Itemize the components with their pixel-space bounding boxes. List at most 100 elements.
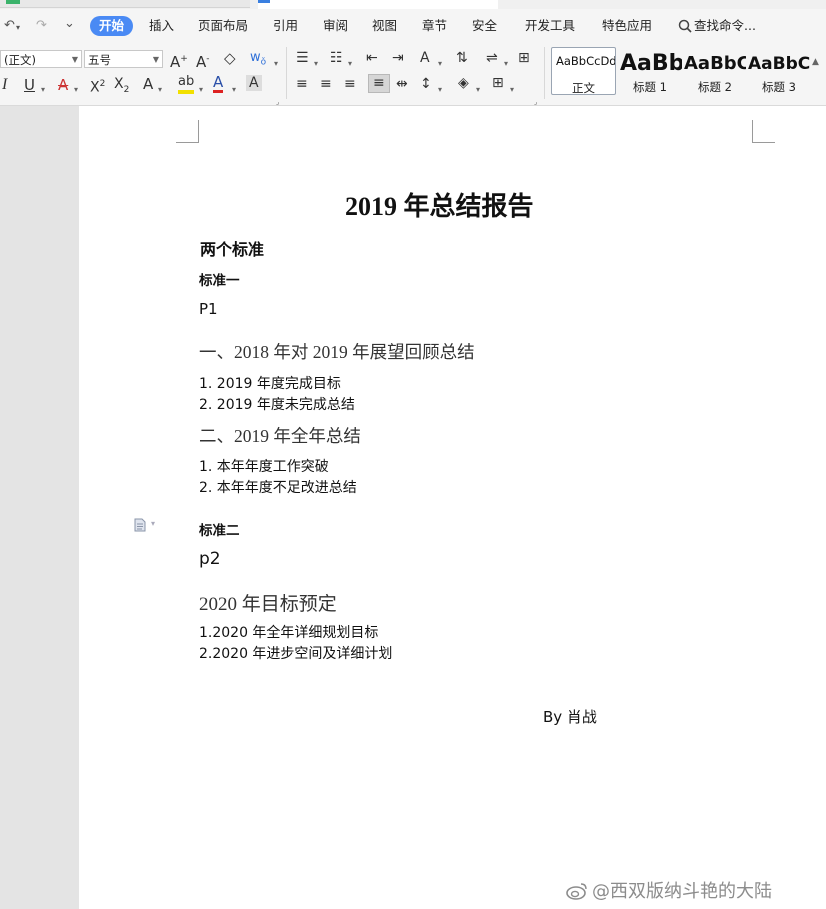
chevron-down-icon[interactable]: ▾ [438,81,442,99]
tab-home[interactable]: 开始 [90,16,134,36]
document-tab-active[interactable] [258,0,498,9]
chevron-down-icon[interactable]: ▾ [438,55,442,73]
line-break-icon[interactable]: ⇌ [486,49,498,67]
table-tools-icon[interactable]: ⊞ [518,49,530,67]
style-sample: AaBb [620,51,682,76]
style-heading-1[interactable]: AaBb 标题 1 [618,47,682,95]
tab-review[interactable]: 审阅 [323,17,348,35]
chevron-down-icon[interactable]: ▾ [504,55,508,73]
tab-page-layout[interactable]: 页面布局 [198,17,248,35]
chevron-down-icon[interactable]: ▾ [199,81,203,99]
list-item: 1. 本年年度工作突破 [199,459,329,475]
chevron-down-icon[interactable]: ▾ [314,55,318,73]
phonetic-guide-icon[interactable]: wǒ [250,49,266,72]
highlight-icon[interactable]: ab [178,74,195,94]
strikethrough-icon[interactable]: A [58,76,68,94]
shading-fill-icon[interactable]: ◈ [458,74,469,92]
chevron-down-icon[interactable]: ▾ [274,55,278,73]
borders-icon[interactable]: ⊞ [492,74,504,92]
style-sample: AaBbCc [748,54,810,74]
chevron-down-icon: ▼ [71,55,78,64]
document-page[interactable] [79,106,826,909]
list-item: 2.2020 年进步空间及详细计划 [199,646,393,662]
grow-font-icon[interactable]: A+ [170,50,188,71]
chevron-down-icon[interactable]: ▾ [41,81,45,99]
text-direction-icon[interactable]: A [420,49,430,67]
text-effect-icon[interactable]: A [143,75,153,93]
bullets-icon[interactable]: ☰ [296,49,309,67]
style-heading-3[interactable]: AaBbCc 标题 3 [748,47,810,95]
standard-one-label: 标准一 [199,273,240,288]
document-gutter [0,106,79,909]
document-tab-inactive[interactable] [0,0,250,8]
divider [544,47,545,99]
style-heading-2[interactable]: AaBbC 标题 2 [684,47,746,95]
tab-special-apps[interactable]: 特色应用 [602,17,652,35]
chevron-down-icon[interactable]: ▾ [510,81,514,99]
font-size-select[interactable]: 五号 ▼ [84,50,163,68]
heading-annual-summary: 二、2019 年全年总结 [199,426,361,446]
tab-insert[interactable]: 插入 [149,17,174,35]
redo-icon[interactable]: ↷ [36,18,47,33]
tab-view[interactable]: 视图 [372,17,397,35]
chevron-down-icon[interactable]: ▾ [74,81,78,99]
tab-security[interactable]: 安全 [472,17,497,35]
search-command[interactable]: 查找命令... [694,17,756,35]
align-center-icon[interactable]: ≡ [320,75,332,93]
line-spacing-icon[interactable]: ↕ [420,75,432,93]
chevron-down-icon[interactable]: ▾ [348,55,352,73]
tab-chapter[interactable]: 章节 [422,17,447,35]
clear-format-icon[interactable]: ◇ [224,49,236,67]
watermark: @西双版纳斗艳的大陆 [566,877,772,903]
justify-icon[interactable]: ≡ [368,74,390,93]
font-name-select[interactable]: (正文) ▼ [0,50,82,68]
style-sample: AaBbC [684,53,746,74]
style-gallery-scroll-up-icon[interactable]: ▲ [812,57,819,67]
decrease-indent-icon[interactable]: ⇤ [366,49,378,67]
title-tab-strip [0,0,826,9]
chevron-down-icon[interactable]: ▾ [158,81,162,99]
chevron-down-icon[interactable]: ▾ [232,81,236,99]
weibo-logo-icon [566,883,587,900]
character-shading-icon[interactable]: A [246,75,262,91]
margin-crop-mark-left [176,120,199,143]
underline-icon[interactable]: U [24,76,35,94]
style-normal[interactable]: AaBbCcDd 正文 [551,47,616,95]
font-size-value: 五号 [88,53,111,67]
paragraph-marker-icon[interactable] [133,518,147,532]
list-item: 2. 2019 年度未完成总结 [199,397,355,413]
increase-indent-icon[interactable]: ⇥ [392,49,404,67]
margin-crop-mark-right [752,120,775,143]
style-name: 正文 [572,81,595,95]
style-name: 标题 2 [698,80,732,94]
chevron-down-icon[interactable]: ▾ [151,519,155,528]
align-right-icon[interactable]: ≡ [344,75,356,93]
watermark-text: @西双版纳斗艳的大陆 [592,881,772,902]
search-icon[interactable] [678,19,692,33]
undo-icon[interactable]: ↶ [4,18,15,33]
chevron-down-icon[interactable]: ▾ [476,81,480,99]
tab-developer[interactable]: 开发工具 [525,17,575,35]
signature: By 肖战 [543,708,597,726]
font-name-value: (正文) [4,53,36,67]
tab-references[interactable]: 引用 [273,17,298,35]
document-title: 2019 年总结报告 [345,192,534,221]
app-icon [6,0,20,4]
customize-quick-access-icon[interactable]: ⌄ [64,16,75,31]
align-left-icon[interactable]: ≡ [296,75,308,93]
sort-icon[interactable]: ⇅ [456,49,468,67]
ribbon-toolbar: (正文) ▼ 五号 ▼ A+ A- ◇ wǒ ▾ I U ▾ A ▾ X2 X2… [0,43,826,106]
superscript-icon[interactable]: X2 [90,75,105,97]
subscript-icon[interactable]: X2 [114,75,129,99]
distributed-icon[interactable]: ⇹ [396,75,408,93]
shrink-font-icon[interactable]: A- [196,50,210,71]
style-gallery: AaBbCcDd 正文 AaBb 标题 1 AaBbC 标题 2 AaBbCc … [548,47,810,99]
italic-icon[interactable]: I [2,76,7,94]
style-sample: AaBbCcDd [556,54,616,68]
numbering-icon[interactable]: ☷ [330,49,343,67]
undo-dropdown-icon[interactable]: ▾ [16,23,20,32]
font-color-icon[interactable]: A [213,74,224,93]
doc-icon [258,0,270,3]
heading-review: 一、2018 年对 2019 年展望回顾总结 [199,342,475,362]
standard-two-label: 标准二 [199,523,240,538]
